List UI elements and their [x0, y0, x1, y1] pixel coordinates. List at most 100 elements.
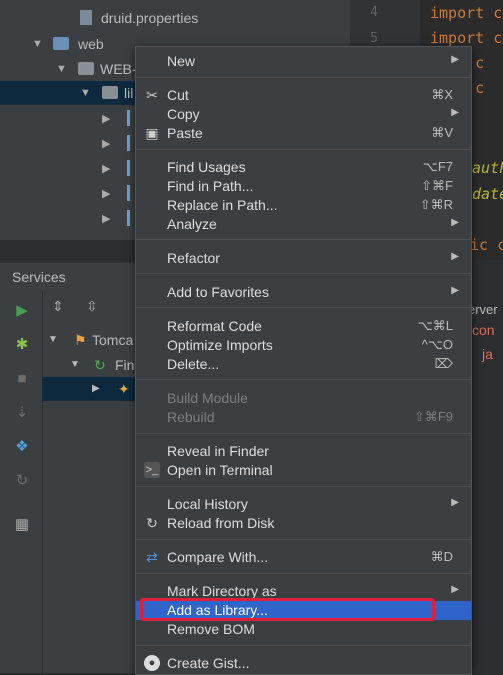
tomcat-icon: ⚑	[74, 332, 87, 348]
reload-icon: ↻	[146, 515, 158, 531]
chevron-down-icon[interactable]: ▼	[80, 87, 91, 99]
menu-item-delete[interactable]: Delete... ⌦	[136, 355, 471, 374]
menu-item-cut[interactable]: ✂ Cut ⌘X	[136, 86, 471, 105]
menu-item-create-gist[interactable]: ● Create Gist...	[136, 654, 471, 673]
menu-item-local-history[interactable]: Local History ▶	[136, 495, 471, 514]
menu-item-label: Find in Path...	[167, 178, 254, 194]
menu-item-refactor[interactable]: Refactor ▶	[136, 249, 471, 268]
stop-icon[interactable]: ■	[14, 371, 30, 387]
deploy-icon[interactable]: ⇣	[14, 405, 30, 421]
menu-separator	[136, 149, 471, 150]
menu-item-label: New	[167, 53, 196, 69]
tree-item-label: lil	[124, 85, 134, 101]
chevron-right-icon[interactable]: ▶	[102, 137, 110, 150]
layout-icon[interactable]: ▦	[14, 517, 30, 533]
services-toolbar: ▶ ✱ ■ ⇣ ❖ ↻ ▦	[0, 291, 43, 673]
menu-item-add-to-favorites[interactable]: Add to Favorites ▶	[136, 283, 471, 302]
menu-item-label: Local History	[167, 496, 248, 512]
menu-separator	[136, 433, 471, 434]
chevron-down-icon[interactable]: ▼	[70, 359, 80, 370]
refresh-icon[interactable]: ↻	[14, 473, 30, 489]
menu-item-optimize-imports[interactable]: Optimize Imports ^⌥O	[136, 336, 471, 355]
menu-separator	[136, 273, 471, 274]
log-text: ja	[482, 346, 493, 362]
menu-item-label: Delete...	[167, 356, 220, 372]
terminal-icon: >_	[144, 462, 160, 478]
menu-item-compare-with[interactable]: ⇄ Compare With... ⌘D	[136, 548, 471, 567]
tree-item-label: druid.properties	[101, 10, 199, 26]
chevron-down-icon[interactable]: ▼	[32, 38, 43, 50]
menu-item-reload-from-disk[interactable]: ↻ Reload from Disk	[136, 514, 471, 533]
chevron-down-icon[interactable]: ▼	[48, 334, 58, 345]
submenu-arrow-icon: ▶	[451, 584, 459, 595]
chevron-right-icon[interactable]: ▶	[102, 187, 110, 200]
submenu-arrow-icon: ▶	[451, 285, 459, 296]
menu-item-label: Analyze	[167, 216, 217, 232]
services-title: Services	[12, 269, 66, 285]
chevron-right-icon[interactable]: ▶	[92, 383, 100, 394]
menu-item-label: Create Gist...	[167, 655, 250, 671]
jar-icon	[127, 110, 130, 126]
expand-all-icon[interactable]: ⇕	[52, 298, 64, 315]
tree-item-label: WEB-	[100, 61, 137, 77]
code-line: import c	[430, 4, 503, 22]
scissors-icon: ✂	[146, 87, 158, 103]
context-menu: New ▶ ✂ Cut ⌘X Copy ▶ ▣ Paste ⌘V Find Us…	[135, 46, 472, 675]
menu-shortcut: ^⌥O	[421, 337, 453, 352]
menu-item-label: Add to Favorites	[167, 284, 269, 300]
menu-separator	[136, 239, 471, 240]
chevron-down-icon[interactable]: ▼	[56, 63, 67, 75]
artifact-icon[interactable]: ❖	[14, 439, 30, 455]
artifact-icon: ✦	[118, 381, 130, 397]
menu-separator	[136, 77, 471, 78]
menu-item-label: Compare With...	[167, 549, 269, 565]
github-icon: ●	[144, 655, 160, 671]
menu-item-find-in-path[interactable]: Find in Path... ⇧⌘F	[136, 177, 471, 196]
line-number: 4	[370, 5, 378, 20]
folder-icon	[102, 86, 118, 99]
chevron-right-icon[interactable]: ▶	[102, 162, 110, 175]
menu-item-label: Remove BOM	[167, 621, 255, 637]
menu-separator	[136, 645, 471, 646]
jar-icon	[127, 185, 130, 201]
collapse-all-icon[interactable]: ⇳	[86, 298, 98, 315]
chevron-right-icon[interactable]: ▶	[102, 212, 110, 225]
menu-item-remove-bom[interactable]: Remove BOM	[136, 620, 471, 639]
menu-item-label: Rebuild	[167, 409, 215, 425]
menu-item-analyze[interactable]: Analyze ▶	[136, 215, 471, 234]
menu-item-new[interactable]: New ▶	[136, 52, 471, 71]
menu-shortcut: ⌘V	[431, 125, 453, 140]
menu-item-label: Reveal in Finder	[167, 443, 269, 459]
menu-separator	[136, 539, 471, 540]
jar-icon	[127, 135, 130, 151]
menu-item-label: Paste	[167, 125, 203, 141]
submenu-arrow-icon: ▶	[451, 107, 459, 118]
run-icon[interactable]: ▶	[14, 303, 30, 319]
menu-item-find-usages[interactable]: Find Usages ⌥F7	[136, 158, 471, 177]
menu-item-label: Optimize Imports	[167, 337, 273, 353]
menu-item-reveal-in-finder[interactable]: Reveal in Finder	[136, 442, 471, 461]
menu-shortcut: ⌦	[434, 356, 453, 371]
service-node-label[interactable]: Fin	[115, 357, 134, 373]
debug-icon[interactable]: ✱	[14, 337, 30, 353]
submenu-arrow-icon: ▶	[451, 251, 459, 262]
tree-item-druid-properties[interactable]: druid.properties	[0, 6, 350, 30]
folder-icon	[78, 62, 94, 75]
menu-separator	[136, 307, 471, 308]
menu-item-rebuild: Rebuild ⇧⌘F9	[136, 408, 471, 427]
log-text: con	[472, 322, 495, 338]
menu-item-label: Reformat Code	[167, 318, 262, 334]
menu-item-label: Mark Directory as	[167, 583, 277, 599]
menu-item-label: Build Module	[167, 390, 248, 406]
code-annotation: date	[472, 185, 503, 203]
tomcat-server-label[interactable]: Tomca	[92, 332, 133, 348]
menu-item-paste[interactable]: ▣ Paste ⌘V	[136, 124, 471, 143]
menu-item-open-in-terminal[interactable]: >_ Open in Terminal	[136, 461, 471, 480]
clipboard-icon: ▣	[145, 125, 159, 141]
menu-item-replace-in-path[interactable]: Replace in Path... ⇧⌘R	[136, 196, 471, 215]
submenu-arrow-icon: ▶	[451, 217, 459, 228]
menu-item-copy[interactable]: Copy ▶	[136, 105, 471, 124]
menu-item-label: Replace in Path...	[167, 197, 278, 213]
menu-item-reformat-code[interactable]: Reformat Code ⌥⌘L	[136, 317, 471, 336]
chevron-right-icon[interactable]: ▶	[102, 112, 110, 125]
